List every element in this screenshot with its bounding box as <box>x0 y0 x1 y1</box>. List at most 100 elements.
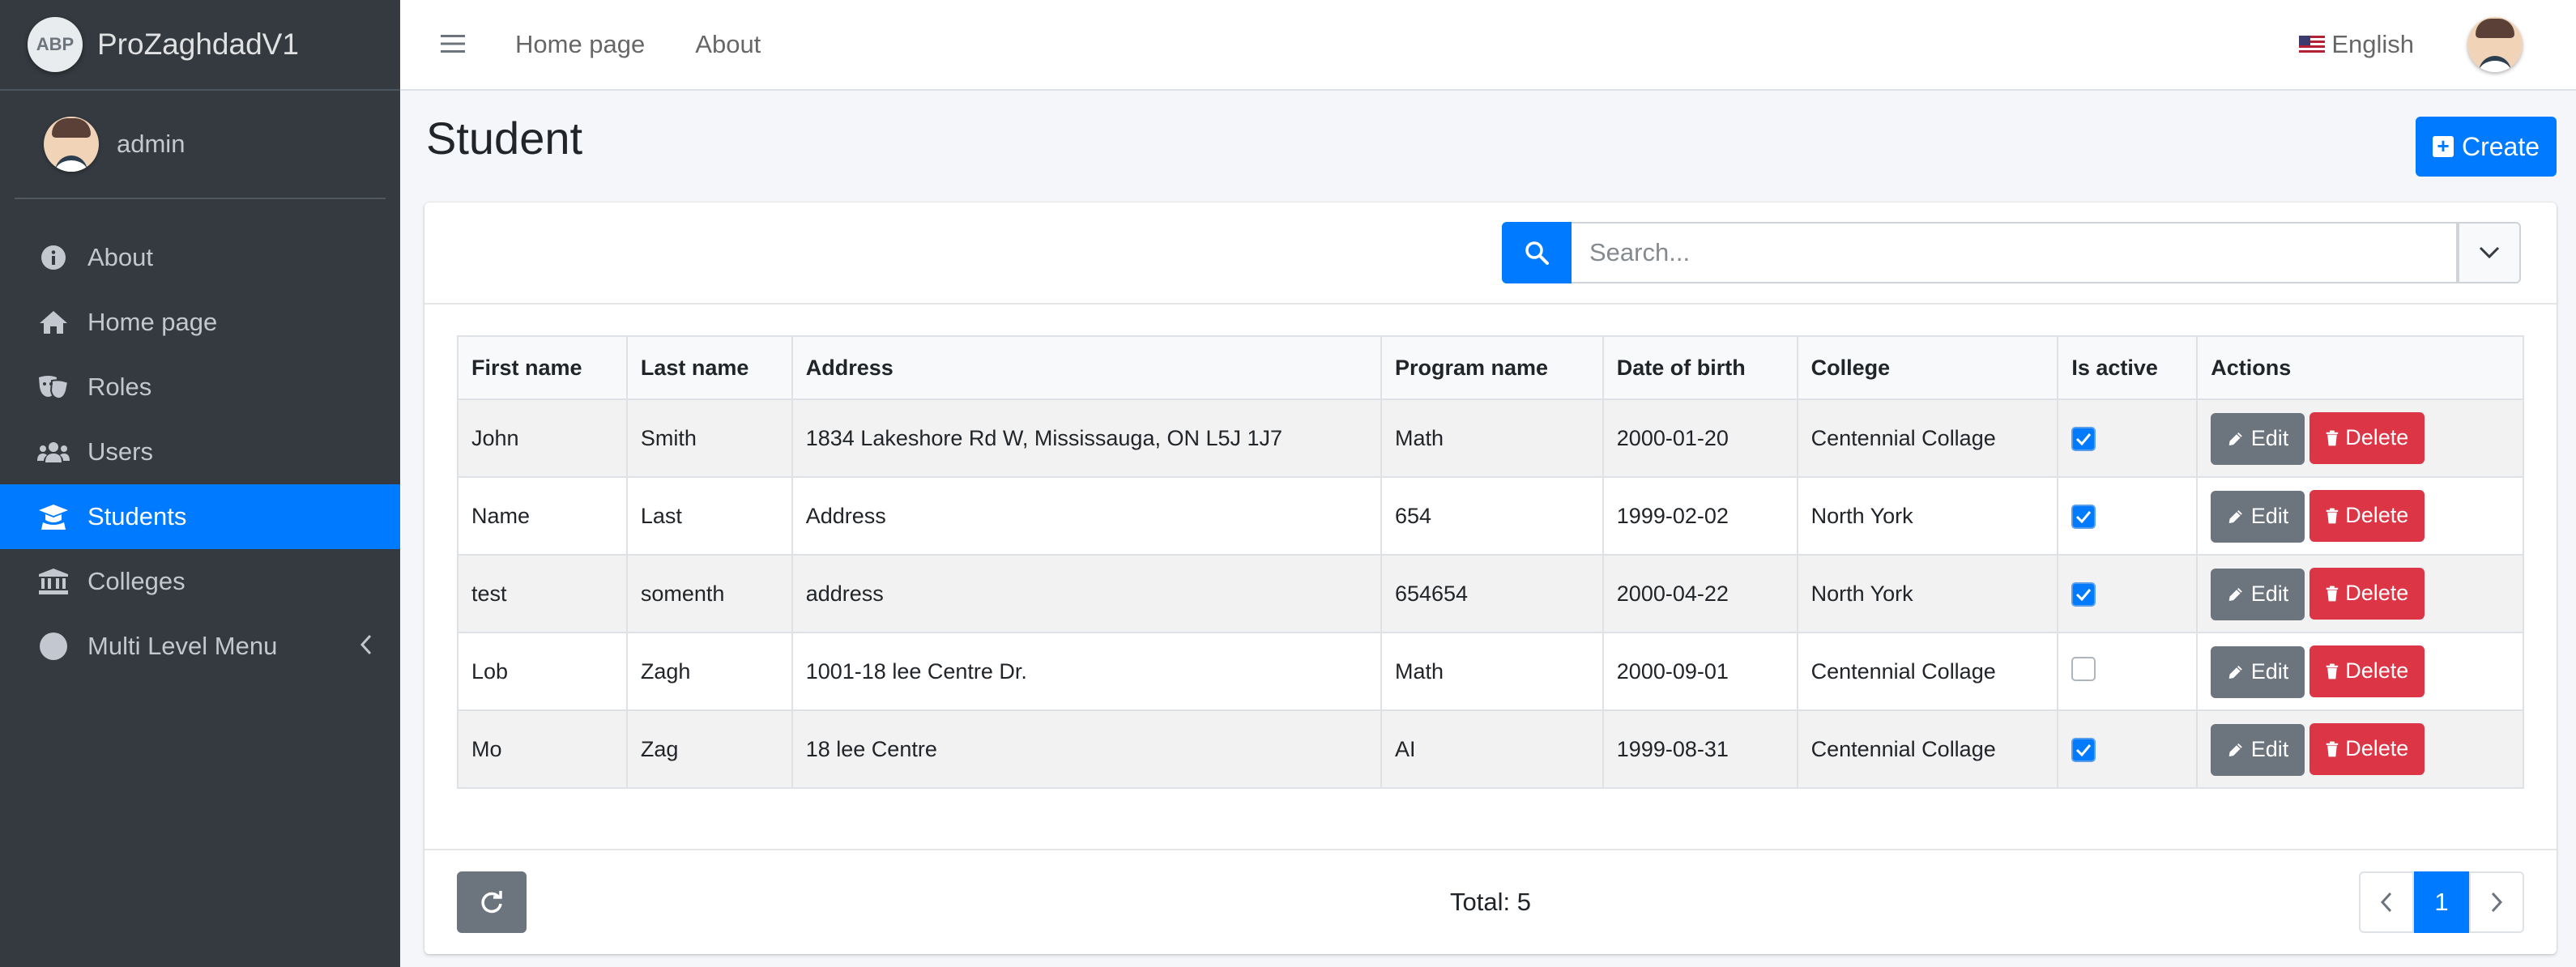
pagination-prev-button[interactable] <box>2359 871 2414 933</box>
search-group <box>1502 222 2521 283</box>
edit-button[interactable]: Edit <box>2211 490 2305 543</box>
edit-button[interactable]: Edit <box>2211 568 2305 620</box>
table-body: John Smith 1834 Lakeshore Rd W, Mississaug… <box>457 398 2524 789</box>
cell-is-active <box>2057 398 2199 478</box>
pagination-page-1[interactable]: 1 <box>2414 871 2469 933</box>
column-header[interactable]: First name <box>457 335 628 400</box>
table-row: Lob Zagh 1001-18 lee Centre Dr. Math 2000-09… <box>457 632 2524 711</box>
cell-first-name: Lob <box>457 632 628 711</box>
sidebar: ABP ProZaghdadV1 admin About Home page R… <box>0 0 400 967</box>
delete-button-label: Delete <box>2345 425 2409 449</box>
brand-logo: ABP <box>28 17 83 72</box>
cell-last-name: Zagh <box>625 632 793 711</box>
cell-program-name: AI <box>1380 709 1604 789</box>
trash-icon <box>2326 663 2339 679</box>
chevron-left-icon <box>2380 892 2392 913</box>
is-active-checkbox[interactable] <box>2071 581 2096 607</box>
cell-address: 18 lee Centre <box>791 709 1382 789</box>
sidebar-item-about[interactable]: About <box>0 225 400 290</box>
cell-date-of-birth: 2000-01-20 <box>1601 398 1798 478</box>
pencil-icon <box>2228 509 2243 523</box>
cell-address: address <box>791 554 1382 633</box>
sidebar-item-roles[interactable]: Roles <box>0 355 400 420</box>
is-active-checkbox[interactable] <box>2071 504 2096 529</box>
navbar-link-home-page[interactable]: Home page <box>515 30 645 59</box>
sidebar-item-label: Colleges <box>87 567 186 595</box>
delete-button[interactable]: Delete <box>2309 567 2425 620</box>
pencil-icon <box>2228 587 2243 601</box>
cell-last-name: Zag <box>625 709 793 789</box>
navbar-user-avatar[interactable] <box>2467 17 2523 72</box>
trash-icon <box>2326 508 2339 523</box>
column-header[interactable]: College <box>1796 335 2059 400</box>
navbar-link-about[interactable]: About <box>695 30 761 59</box>
edit-button[interactable]: Edit <box>2211 723 2305 776</box>
delete-button[interactable]: Delete <box>2309 722 2425 775</box>
table-row: Mo Zag 18 lee Centre AI 1999-08-31 Centennial… <box>457 709 2524 789</box>
language-selector[interactable]: English <box>2299 30 2414 59</box>
chevron-down-icon <box>2479 246 2500 259</box>
cell-address: Address <box>791 476 1382 556</box>
cell-first-name: test <box>457 554 628 633</box>
cell-actions: Edit Delete <box>2196 398 2524 478</box>
user-panel[interactable]: admin <box>15 91 386 199</box>
cell-college: North York <box>1796 476 2059 556</box>
column-header[interactable]: Program name <box>1380 335 1604 400</box>
students-card: First name Last name Address Program nam… <box>424 202 2557 954</box>
edit-button-label: Edit <box>2250 581 2289 606</box>
user-name: admin <box>117 130 186 158</box>
cell-last-name: Last <box>625 476 793 556</box>
is-active-checkbox[interactable] <box>2071 656 2096 681</box>
students-table: First name Last name Address Program nam… <box>457 335 2524 789</box>
sidebar-item-label: Students <box>87 502 187 530</box>
is-active-checkbox[interactable] <box>2071 737 2096 762</box>
cell-is-active <box>2057 554 2199 633</box>
edit-button[interactable]: Edit <box>2211 412 2305 465</box>
trash-icon <box>2326 586 2339 601</box>
search-button[interactable] <box>1502 222 1572 283</box>
create-button[interactable]: + Create <box>2416 117 2557 177</box>
cell-actions: Edit Delete <box>2196 709 2524 789</box>
column-header[interactable]: Date of birth <box>1601 335 1798 400</box>
is-active-checkbox[interactable] <box>2071 426 2096 451</box>
hamburger-menu-icon[interactable] <box>441 28 465 62</box>
theater-masks-icon <box>37 374 70 400</box>
cell-is-active <box>2057 709 2199 789</box>
cell-program-name: 654654 <box>1380 554 1604 633</box>
info-circle-icon <box>37 245 70 271</box>
table-header-row: First name Last name Address Program nam… <box>457 335 2524 400</box>
edit-button-label: Edit <box>2250 659 2289 684</box>
pagination-next-button[interactable] <box>2469 871 2524 933</box>
edit-button[interactable]: Edit <box>2211 645 2305 698</box>
sidebar-item-label: Multi Level Menu <box>87 632 278 660</box>
delete-button[interactable]: Delete <box>2309 645 2425 697</box>
sidebar-item-colleges[interactable]: Colleges <box>0 549 400 614</box>
search-input[interactable] <box>1572 222 2458 283</box>
sidebar-item-students[interactable]: Students <box>0 484 400 549</box>
delete-button[interactable]: Delete <box>2309 411 2425 464</box>
column-header[interactable]: Last name <box>625 335 793 400</box>
cell-actions: Edit Delete <box>2196 476 2524 556</box>
sidebar-item-multi-level-menu[interactable]: Multi Level Menu <box>0 614 400 679</box>
trash-icon <box>2326 430 2339 445</box>
pencil-icon <box>2228 743 2243 756</box>
sidebar-item-home-page[interactable]: Home page <box>0 290 400 355</box>
card-footer: Total: 5 1 <box>424 849 2557 954</box>
table-row: John Smith 1834 Lakeshore Rd W, Mississaug… <box>457 398 2524 478</box>
cell-first-name: Mo <box>457 709 628 789</box>
cell-date-of-birth: 1999-08-31 <box>1601 709 1798 789</box>
column-header[interactable]: Is active <box>2057 335 2199 400</box>
brand-name: ProZaghdadV1 <box>97 28 299 61</box>
page-title: Student <box>426 113 583 164</box>
column-header[interactable]: Address <box>791 335 1382 400</box>
advanced-search-toggle[interactable] <box>2458 222 2521 283</box>
delete-button-label: Delete <box>2345 658 2409 683</box>
delete-button[interactable]: Delete <box>2309 489 2425 542</box>
cell-college: Centennial Collage <box>1796 632 2059 711</box>
brand-link[interactable]: ABP ProZaghdadV1 <box>0 0 400 91</box>
sidebar-item-users[interactable]: Users <box>0 420 400 484</box>
plus-square-icon: + <box>2432 135 2454 157</box>
sidebar-item-label: Roles <box>87 373 152 401</box>
pencil-icon <box>2228 432 2243 445</box>
home-icon <box>37 309 70 335</box>
